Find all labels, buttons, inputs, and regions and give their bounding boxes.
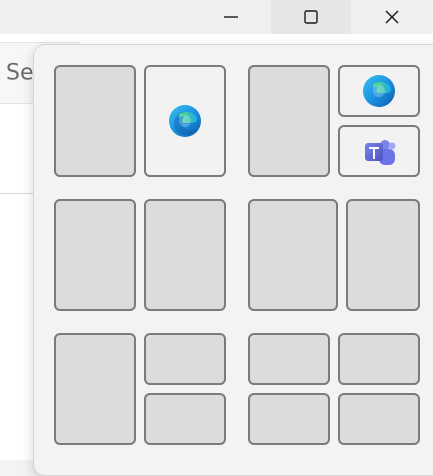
snap-zone-4-2[interactable]	[346, 199, 420, 311]
window-titlebar	[0, 0, 433, 34]
maximize-icon	[303, 9, 319, 25]
snap-layout-1	[54, 65, 226, 177]
maximize-button[interactable]	[271, 0, 351, 34]
snap-zone-5-1[interactable]	[54, 333, 136, 445]
minimize-button[interactable]	[191, 0, 271, 34]
close-icon	[384, 9, 400, 25]
snap-zone-4-1[interactable]	[248, 199, 338, 311]
snap-zone-5-3[interactable]	[144, 393, 226, 445]
snap-zone-3-1[interactable]	[54, 199, 136, 311]
snap-layout-4	[248, 199, 420, 311]
snap-zone-6-2[interactable]	[338, 333, 420, 385]
snap-zone-5-2[interactable]	[144, 333, 226, 385]
teams-icon	[361, 133, 397, 169]
snap-zone-3-2[interactable]	[144, 199, 226, 311]
snap-zone-1-1[interactable]	[54, 65, 136, 177]
snap-zone-2-3[interactable]	[338, 125, 420, 177]
snap-zone-2-2[interactable]	[338, 65, 420, 117]
snap-layouts-flyout	[33, 44, 433, 476]
snap-zone-6-4[interactable]	[338, 393, 420, 445]
snap-zone-6-1[interactable]	[248, 333, 330, 385]
snap-zone-2-1[interactable]	[248, 65, 330, 177]
snap-zone-1-2[interactable]	[144, 65, 226, 177]
snap-zone-6-3[interactable]	[248, 393, 330, 445]
snap-layout-5	[54, 333, 226, 445]
minimize-icon	[223, 9, 239, 25]
snap-layout-3	[54, 199, 226, 311]
edge-icon	[361, 73, 397, 109]
snap-layout-2	[248, 65, 420, 177]
edge-icon	[167, 103, 203, 139]
close-button[interactable]	[352, 0, 432, 34]
snap-layout-6	[248, 333, 420, 445]
